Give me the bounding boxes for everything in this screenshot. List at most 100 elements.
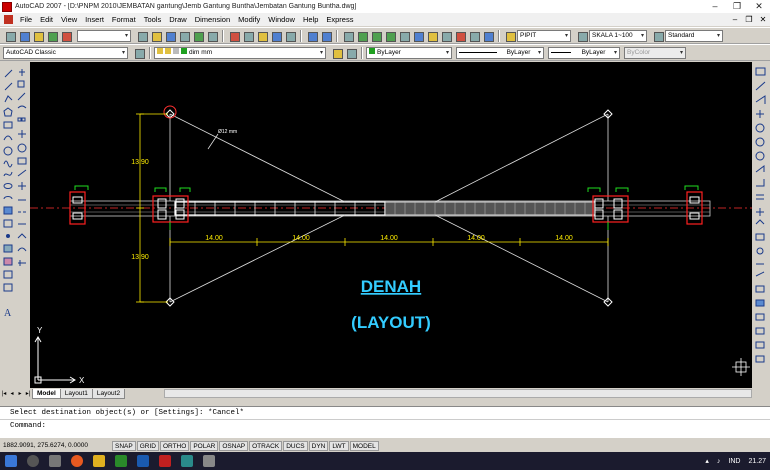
undo-icon[interactable] [306, 30, 318, 42]
design-center-icon[interactable] [412, 30, 424, 42]
tool-icon[interactable] [60, 30, 72, 42]
plot-icon[interactable] [178, 30, 190, 42]
block-editor-icon[interactable] [284, 30, 296, 42]
restore-button[interactable]: ❐ [726, 0, 748, 13]
linetype-select[interactable]: ByLayer ▾ [456, 46, 544, 59]
drawing-canvas[interactable]: 14.00 14.00 14.00 14.00 14.00 13.90 13.9… [30, 62, 752, 388]
model-toggle[interactable]: MODEL [349, 440, 379, 451]
lineweight-select[interactable]: ByLayer ▾ [548, 46, 620, 59]
sheet-set-icon[interactable] [440, 30, 452, 42]
make-layer-current-icon[interactable] [331, 47, 343, 59]
save-icon[interactable] [164, 30, 176, 42]
last-tab-button[interactable]: ▸| [24, 390, 32, 397]
horizontal-scrollbar[interactable] [164, 389, 752, 398]
zoom-previous-icon[interactable] [384, 30, 396, 42]
help-icon[interactable] [482, 30, 494, 42]
workspace-select[interactable]: AutoCAD Classic ▾ [3, 46, 128, 59]
first-tab-button[interactable]: |◂ [0, 390, 8, 397]
redo-icon[interactable] [320, 30, 332, 42]
autocad-taskbar-icon[interactable] [159, 455, 171, 467]
layer-select[interactable]: dim mm ▾ [154, 46, 326, 59]
prev-tab-button[interactable]: ◂ [8, 390, 16, 397]
app-icon[interactable] [203, 455, 215, 467]
pan-icon[interactable] [342, 30, 354, 42]
app-icon[interactable] [115, 455, 127, 467]
tool-icon[interactable] [4, 30, 16, 42]
file-explorer-icon[interactable] [93, 455, 105, 467]
command-prompt[interactable]: Command: [0, 419, 770, 431]
osnap-toggle[interactable]: OSNAP [219, 440, 249, 451]
network-icon[interactable]: ▴ [705, 457, 709, 465]
dimension-tool-icons[interactable] [752, 62, 770, 390]
tab-model[interactable]: Model [32, 388, 61, 399]
lwt-toggle[interactable]: LWT [329, 440, 349, 451]
close-button[interactable]: ✕ [748, 0, 770, 13]
menu-edit[interactable]: Edit [36, 15, 57, 24]
volume-icon[interactable]: ♪ [717, 458, 721, 465]
firefox-icon[interactable] [71, 455, 83, 467]
menu-draw[interactable]: Draw [165, 15, 191, 24]
copy-icon[interactable] [242, 30, 254, 42]
menu-format[interactable]: Format [108, 15, 140, 24]
ducs-toggle[interactable]: DUCS [283, 440, 308, 451]
search-icon[interactable] [27, 455, 39, 467]
text-style-select[interactable]: PIPIT ▾ [517, 29, 571, 42]
cut-icon[interactable] [228, 30, 240, 42]
doc-restore-button[interactable]: ❐ [742, 15, 756, 24]
menu-view[interactable]: View [57, 15, 81, 24]
color-select[interactable]: ByLayer ▾ [366, 46, 452, 59]
document-icon[interactable] [4, 15, 13, 24]
tool-icon[interactable] [18, 30, 30, 42]
preview-icon[interactable] [192, 30, 204, 42]
zoom-realtime-icon[interactable] [356, 30, 368, 42]
zoom-window-icon[interactable] [370, 30, 382, 42]
menu-tools[interactable]: Tools [140, 15, 166, 24]
open-folder-icon[interactable] [150, 30, 162, 42]
start-icon[interactable] [5, 455, 17, 467]
dim-style-select[interactable]: SKALA 1~100 ▾ [589, 29, 647, 42]
app-icon[interactable] [181, 455, 193, 467]
polar-toggle[interactable]: POLAR [190, 440, 219, 451]
properties-icon[interactable] [398, 30, 410, 42]
doc-minimize-button[interactable]: – [728, 15, 742, 24]
layer-manager-icon[interactable] [133, 47, 145, 59]
menu-dimension[interactable]: Dimension [191, 15, 234, 24]
toolbar-combo[interactable]: ▾ [77, 29, 131, 42]
new-icon[interactable] [136, 30, 148, 42]
clock[interactable]: 21.27 [748, 458, 766, 465]
language-indicator[interactable]: IND [728, 458, 740, 465]
menu-modify[interactable]: Modify [234, 15, 264, 24]
table-style-select[interactable]: Standard ▾ [665, 29, 723, 42]
markup-icon[interactable] [454, 30, 466, 42]
grid-toggle[interactable]: GRID [136, 440, 159, 451]
quickcalc-icon[interactable] [468, 30, 480, 42]
draw-tool-icons[interactable]: A [0, 62, 30, 392]
menu-express[interactable]: Express [322, 15, 357, 24]
next-tab-button[interactable]: ▸ [16, 390, 24, 397]
dyn-toggle[interactable]: DYN [308, 440, 329, 451]
publish-icon[interactable] [206, 30, 218, 42]
snap-toggle[interactable]: SNAP [112, 440, 136, 451]
word-icon[interactable] [137, 455, 149, 467]
paste-icon[interactable] [256, 30, 268, 42]
menu-file[interactable]: File [16, 15, 36, 24]
menu-help[interactable]: Help [299, 15, 322, 24]
layer-previous-icon[interactable] [345, 47, 357, 59]
tab-layout1[interactable]: Layout1 [59, 388, 93, 399]
task-view-icon[interactable] [49, 455, 61, 467]
tab-layout2[interactable]: Layout2 [91, 388, 126, 399]
minimize-button[interactable]: – [704, 0, 726, 13]
ortho-toggle[interactable]: ORTHO [159, 440, 190, 451]
otrack-toggle[interactable]: OTRACK [249, 440, 283, 451]
linetype-preview [459, 52, 497, 53]
menu-window[interactable]: Window [264, 15, 299, 24]
tool-icon[interactable] [32, 30, 44, 42]
windows-taskbar: ▴ ♪ IND 21.27 [0, 452, 770, 470]
match-properties-icon[interactable] [270, 30, 282, 42]
tool-icon[interactable] [46, 30, 58, 42]
make-block-icon [3, 219, 13, 228]
command-window[interactable]: Select destination object(s) or [Setting… [0, 406, 770, 438]
menu-insert[interactable]: Insert [81, 15, 108, 24]
doc-close-button[interactable]: ✕ [756, 15, 770, 24]
tool-palettes-icon[interactable] [426, 30, 438, 42]
